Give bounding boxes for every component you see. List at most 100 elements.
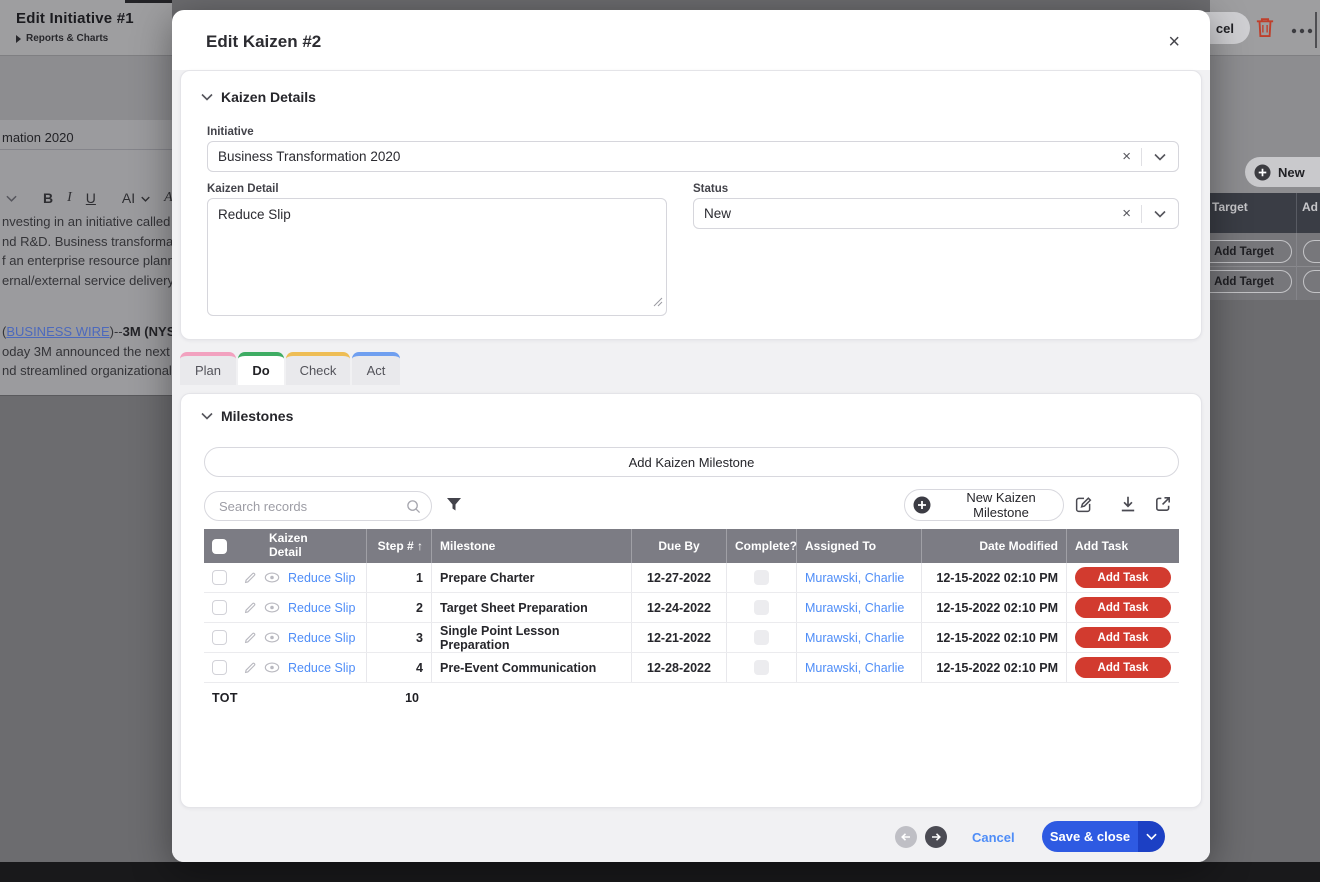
assigned-to-link[interactable]: Murawski, Charlie <box>805 601 904 615</box>
ad-column-header: Ad <box>1302 200 1318 214</box>
view-eye-icon[interactable] <box>264 632 280 643</box>
assigned-to-link[interactable]: Murawski, Charlie <box>805 661 904 675</box>
add-task-button[interactable]: Add Task <box>1075 567 1171 588</box>
date-modified-cell: 12-15-2022 02:10 PM <box>921 593 1066 622</box>
row-checkbox[interactable] <box>212 630 227 645</box>
tab-plan[interactable]: Plan <box>180 352 236 385</box>
table-header-row: Kaizen Detail Step # ↑ Milestone Due By … <box>204 529 1179 563</box>
pdca-tabs: PlanDoCheckAct <box>180 352 400 385</box>
new-target-button[interactable]: New <box>1245 157 1320 187</box>
column-milestone[interactable]: Milestone <box>431 529 631 563</box>
chevron-down-icon[interactable] <box>1142 153 1178 161</box>
bg-editor-toolbar: B I U AI A <box>0 183 172 213</box>
view-eye-icon[interactable] <box>264 572 280 583</box>
edit-columns-icon[interactable] <box>1074 495 1093 514</box>
complete-checkbox[interactable] <box>754 570 769 585</box>
next-record-button[interactable] <box>925 826 947 848</box>
complete-checkbox[interactable] <box>754 630 769 645</box>
chevron-down-icon <box>201 93 213 101</box>
previous-record-button[interactable] <box>895 826 917 848</box>
add-task-button[interactable]: Add Task <box>1075 627 1171 648</box>
add-task-button[interactable]: Add Task <box>1075 597 1171 618</box>
column-kaizen-detail: Kaizen Detail <box>269 532 333 560</box>
more-options-icon[interactable] <box>1290 22 1314 40</box>
chevron-down-icon[interactable] <box>1142 210 1178 218</box>
row-checkbox[interactable] <box>212 570 227 585</box>
edit-pencil-icon[interactable] <box>243 571 257 585</box>
filter-icon[interactable] <box>446 497 462 517</box>
edit-pencil-icon[interactable] <box>243 631 257 645</box>
column-assigned-to[interactable]: Assigned To <box>796 529 921 563</box>
bg-page-title: Edit Initiative #1 <box>16 10 134 27</box>
column-complete[interactable]: Complete? <box>726 529 796 563</box>
cancel-button[interactable]: Cancel <box>972 830 1015 845</box>
resize-grip-icon[interactable] <box>653 294 663 312</box>
select-all-checkbox[interactable] <box>212 539 227 554</box>
add-target-button[interactable]: Add Target <box>1196 270 1292 293</box>
total-label: TOT <box>204 683 366 713</box>
download-icon[interactable] <box>1119 495 1137 513</box>
search-input[interactable] <box>219 499 406 514</box>
add-task-button[interactable]: Add Task <box>1075 657 1171 678</box>
column-due-by[interactable]: Due By <box>631 529 726 563</box>
external-link-icon[interactable] <box>1154 495 1172 513</box>
kaizen-detail-link[interactable]: Reduce Slip <box>288 661 355 675</box>
tab-do[interactable]: Do <box>238 352 284 385</box>
view-eye-icon[interactable] <box>264 662 280 673</box>
bg-table-header: Target Ad <box>1210 193 1320 233</box>
row-checkbox[interactable] <box>212 660 227 675</box>
kaizen-detail-textarea[interactable]: Reduce Slip <box>208 199 666 315</box>
add-kaizen-milestone-button[interactable]: Add Kaizen Milestone <box>204 447 1179 477</box>
due-by-cell: 12-27-2022 <box>631 563 726 592</box>
clear-icon[interactable]: × <box>1112 149 1141 164</box>
kaizen-detail-link[interactable]: Reduce Slip <box>288 631 355 645</box>
column-add-task: Add Task <box>1066 529 1179 563</box>
underline-button[interactable]: U <box>86 190 96 206</box>
status-select: × <box>693 198 1179 229</box>
kaizen-details-section-header[interactable]: Kaizen Details <box>201 89 316 105</box>
complete-checkbox[interactable] <box>754 600 769 615</box>
font-size-button[interactable]: AI <box>122 190 135 206</box>
add-target-button[interactable] <box>1303 240 1320 263</box>
milestones-section-header[interactable]: Milestones <box>201 408 293 424</box>
business-wire-link[interactable]: BUSINESS WIRE <box>6 324 109 339</box>
clear-icon[interactable]: × <box>1112 206 1141 221</box>
tab-check[interactable]: Check <box>286 352 350 385</box>
column-step[interactable]: Step # ↑ <box>366 529 431 563</box>
section-title: Kaizen Details <box>221 89 316 105</box>
step-cell: 2 <box>366 593 431 622</box>
bold-button[interactable]: B <box>43 190 53 206</box>
kaizen-detail-link[interactable]: Reduce Slip <box>288 601 355 615</box>
target-column-header: Target <box>1212 200 1248 214</box>
row-checkbox[interactable] <box>212 600 227 615</box>
screen: Edit Initiative #1 Reports & Charts mati… <box>0 0 1320 882</box>
complete-checkbox[interactable] <box>754 660 769 675</box>
column-date-modified[interactable]: Date Modified <box>921 529 1066 563</box>
milestones-table: Kaizen Detail Step # ↑ Milestone Due By … <box>204 529 1179 713</box>
add-target-button[interactable]: Add Target <box>1196 240 1292 263</box>
assigned-to-link[interactable]: Murawski, Charlie <box>805 631 904 645</box>
save-and-close-button[interactable]: Save & close <box>1042 821 1138 852</box>
initiative-input[interactable] <box>208 142 1112 171</box>
edit-pencil-icon[interactable] <box>243 601 257 615</box>
kaizen-detail-link[interactable]: Reduce Slip <box>288 571 355 585</box>
chevron-down-icon[interactable] <box>141 189 150 207</box>
breadcrumb[interactable]: Reports & Charts <box>16 33 108 44</box>
trash-icon[interactable] <box>1255 16 1275 44</box>
chevron-down-icon[interactable] <box>6 195 17 202</box>
add-target-button[interactable] <box>1303 270 1320 293</box>
milestone-rows: Reduce Slip 1 Prepare Charter 12-27-2022… <box>204 563 1179 683</box>
edit-pencil-icon[interactable] <box>243 661 257 675</box>
column-divider <box>1296 193 1297 233</box>
milestone-cell: Target Sheet Preparation <box>431 593 631 622</box>
new-kaizen-milestone-button[interactable]: New Kaizen Milestone <box>904 489 1064 521</box>
bg-document-paragraph-2: (BUSINESS WIRE)--3M (NYSE oday 3M announ… <box>2 322 184 381</box>
tab-act[interactable]: Act <box>352 352 400 385</box>
bg-dim-area <box>1210 300 1320 882</box>
status-input[interactable] <box>694 199 1112 228</box>
row-divider <box>1210 266 1320 267</box>
italic-button[interactable]: I <box>67 190 72 206</box>
assigned-to-link[interactable]: Murawski, Charlie <box>805 571 904 585</box>
view-eye-icon[interactable] <box>264 602 280 613</box>
close-icon[interactable]: × <box>1168 32 1180 52</box>
